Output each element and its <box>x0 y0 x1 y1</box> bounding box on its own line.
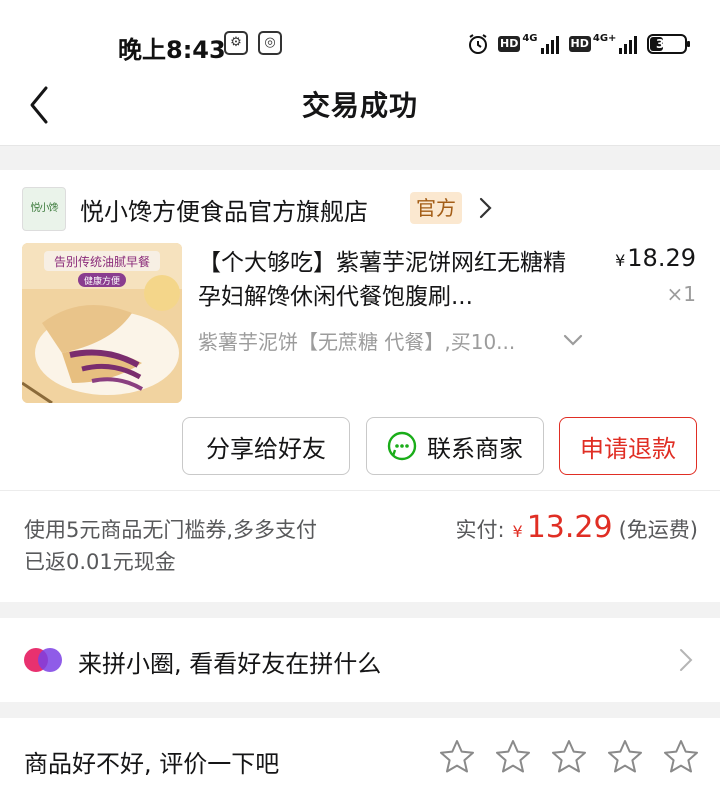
rating-stars <box>438 738 700 776</box>
chat-icon <box>387 431 417 461</box>
alarm-icon <box>469 34 487 54</box>
store-logo[interactable]: 悦小馋 <box>22 187 66 231</box>
currency-symbol: ¥ <box>615 251 626 270</box>
hd-icon: HD <box>498 36 521 52</box>
price-value: 18.29 <box>627 244 696 272</box>
status-time: 晚上8:43 <box>118 36 226 64</box>
coupon-note: 使用5元商品无门槛券,多多支付已返0.01元现金 <box>24 518 318 574</box>
product-title[interactable]: 【个大够吃】紫薯芋泥饼网红无糖精孕妇解馋休闲代餐饱腹刷... <box>198 246 582 314</box>
image-sub: 健康方便 <box>84 275 120 287</box>
shipping-note: (免运费) <box>618 518 698 542</box>
signal-icon <box>540 34 559 54</box>
paid-value: 13.29 <box>526 510 613 545</box>
paid-amount: 实付: ¥ 13.29 (免运费) <box>455 510 698 545</box>
hd-icon: HD <box>568 36 591 52</box>
app-notification-icon: ⚙ <box>224 31 248 55</box>
group-circle-text: 来拼小圈, 看看好友在拼什么 <box>78 650 382 678</box>
battery-icon: 37 <box>647 34 691 54</box>
chevron-right-icon <box>680 649 693 671</box>
star-icon[interactable] <box>606 738 644 776</box>
paid-label: 实付: <box>455 518 505 542</box>
refund-button[interactable]: 申请退款 <box>559 417 697 475</box>
star-icon[interactable] <box>438 738 476 776</box>
network-type: 4G+ <box>592 32 617 44</box>
store-name[interactable]: 悦小馋方便食品官方旗舰店 <box>80 192 368 227</box>
network-type: 4G <box>522 32 538 44</box>
app-notification-icon: ◎ <box>258 31 282 55</box>
status-icons: HD 4G HD 4G+ 37 <box>466 30 691 58</box>
chevron-down-icon[interactable] <box>562 330 584 350</box>
battery-level: 37 <box>656 37 673 51</box>
star-icon[interactable] <box>494 738 532 776</box>
group-circle-row[interactable]: 来拼小圈, 看看好友在拼什么 <box>0 618 720 702</box>
group-circle-icon <box>24 648 62 672</box>
product-price: ¥18.29 <box>615 244 696 272</box>
official-badge: 官方 <box>410 192 462 224</box>
star-icon[interactable] <box>550 738 588 776</box>
page-header: 交易成功 <box>0 82 720 146</box>
signal-icon <box>619 34 638 54</box>
product-quantity: ×1 <box>666 282 696 306</box>
rating-row: 商品好不好, 评价一下吧 <box>0 718 720 812</box>
product-spec[interactable]: 紫薯芋泥饼【无蔗糖 代餐】,买10... <box>198 326 558 355</box>
divider <box>0 490 720 491</box>
page-title: 交易成功 <box>301 89 418 122</box>
contact-seller-button[interactable]: 联系商家 <box>366 417 544 475</box>
image-caption: 告别传统油腻早餐 <box>54 254 150 269</box>
currency-symbol: ¥ <box>512 522 523 541</box>
contact-seller-label: 联系商家 <box>427 434 523 463</box>
order-card: 悦小馋 悦小馋方便食品官方旗舰店 官方 告别传统油腻早餐 健康方便 【个大够吃】… <box>0 170 720 602</box>
star-icon[interactable] <box>662 738 700 776</box>
chevron-right-icon[interactable] <box>474 194 498 222</box>
rating-prompt: 商品好不好, 评价一下吧 <box>24 750 280 778</box>
product-image[interactable]: 告别传统油腻早餐 健康方便 <box>22 243 182 403</box>
status-bar: 晚上8:43 ⚙ ◎ HD 4G HD 4G+ 37 <box>0 0 720 82</box>
share-button[interactable]: 分享给好友 <box>182 417 350 475</box>
